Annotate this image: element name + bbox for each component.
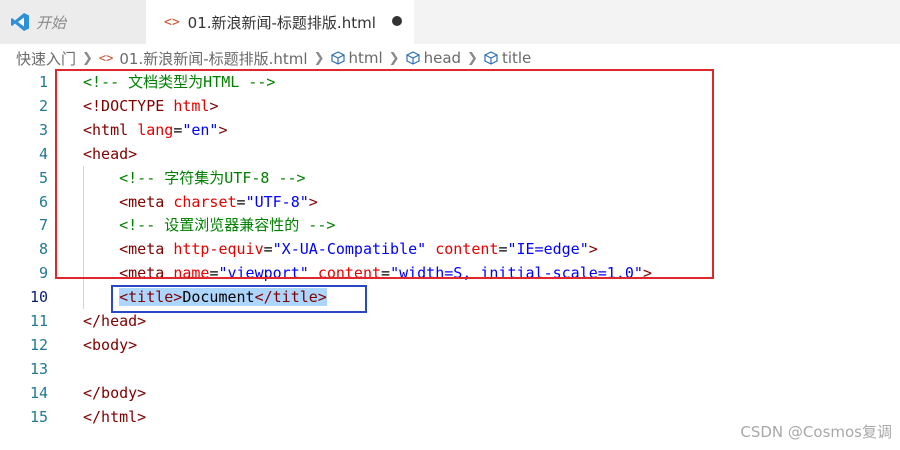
line-number: 13 — [29, 359, 48, 378]
line-number: 9 — [38, 264, 48, 283]
code-line[interactable]: 12 <body> — [0, 333, 900, 357]
code-line[interactable]: 14 </body> — [0, 381, 900, 405]
chevron-right-icon: ❯ — [313, 50, 325, 66]
breadcrumb-label: head — [423, 49, 462, 67]
watermark: CSDN @Cosmos复调 — [740, 423, 892, 441]
line-number: 2 — [38, 96, 48, 115]
chevron-right-icon: ❯ — [467, 50, 478, 66]
line-number: 14 — [29, 383, 48, 402]
line-number: 1 — [38, 73, 48, 91]
unsaved-dot-icon[interactable] — [392, 16, 402, 26]
chevron-right-icon: ❯ — [82, 50, 93, 66]
tab-label: 开始 — [36, 13, 67, 32]
line-number: 8 — [38, 240, 48, 259]
html-file-icon: <> — [164, 14, 180, 30]
breadcrumb-root[interactable]: 快速入门 — [16, 48, 76, 69]
vscode-icon — [11, 13, 29, 31]
breadcrumb-file[interactable]: <> 01.新浪新闻-标题排版.html — [99, 48, 308, 69]
code-text: </html> — [83, 407, 147, 426]
line-number: 15 — [29, 407, 48, 426]
breadcrumb-head[interactable]: head — [405, 49, 462, 67]
line-number: 12 — [29, 335, 48, 354]
breadcrumb: 快速入门 ❯ <> 01.新浪新闻-标题排版.html ❯ html ❯ hea… — [0, 44, 900, 72]
tab-bar: 开始 <> 01.新浪新闻-标题排版.html — [0, 0, 900, 44]
line-number: 10 — [29, 288, 48, 307]
tab-file[interactable]: <> 01.新浪新闻-标题排版.html — [146, 0, 414, 44]
code-line[interactable]: 13 — [0, 357, 900, 381]
code-text: </body> — [83, 383, 147, 402]
breadcrumb-html[interactable]: html — [330, 49, 383, 67]
breadcrumb-title[interactable]: title — [484, 49, 531, 67]
red-highlight-box — [55, 69, 714, 279]
element-cube-icon — [484, 51, 498, 65]
line-number: 11 — [29, 312, 48, 330]
line-number: 3 — [38, 120, 48, 139]
element-cube-icon — [330, 51, 345, 65]
html-file-icon: <> — [98, 51, 114, 65]
breadcrumb-file-label: 01.新浪新闻-标题排版.html — [119, 49, 308, 68]
line-number: 5 — [38, 168, 48, 187]
code-text: <body> — [83, 335, 138, 354]
line-number: 7 — [38, 216, 48, 235]
blue-highlight-box — [111, 285, 367, 313]
breadcrumb-label: title — [501, 49, 532, 67]
breadcrumb-label: html — [348, 49, 383, 67]
line-number: 6 — [38, 192, 48, 211]
line-number: 4 — [38, 144, 48, 163]
tab-label: 01.新浪新闻-标题排版.html — [187, 13, 376, 32]
element-cube-icon — [405, 51, 420, 65]
chevron-right-icon: ❯ — [388, 50, 400, 66]
tab-start[interactable]: 开始 — [0, 0, 146, 44]
